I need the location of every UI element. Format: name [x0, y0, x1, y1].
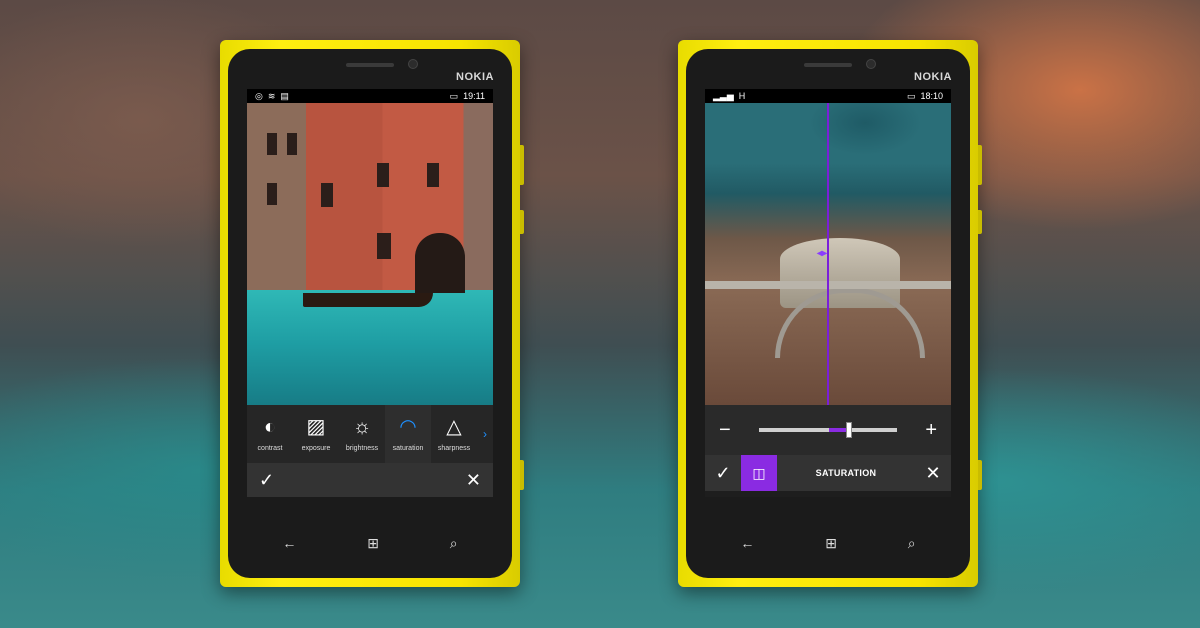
phone-left: NOKIA ◎ ≋ ▤ ▭ 19:11 ◐ contrast ▨ exposur… [220, 40, 524, 587]
adjust-slider-row: − + [705, 405, 951, 455]
arched-doorway [415, 233, 465, 293]
cancel-button[interactable]: ✕ [466, 470, 481, 491]
phone-right: NOKIA ▂▃▅ H ▭ 18:10 ◂▸ − + ✓ ◫ SATURATIO… [678, 40, 982, 587]
increase-button[interactable]: + [925, 419, 937, 442]
tool-exposure[interactable]: ▨ exposure [293, 405, 339, 463]
back-icon[interactable]: ← [282, 535, 296, 551]
nav-bar: ← ⊞ ⌕ [247, 528, 493, 558]
saturation-slider[interactable] [759, 422, 897, 438]
search-icon[interactable]: ⌕ [908, 535, 916, 552]
tool-brightness[interactable]: ☼ brightness [339, 405, 385, 463]
venice-canal-photo[interactable] [247, 103, 493, 405]
phone-bezel: NOKIA ◎ ≋ ▤ ▭ 19:11 ◐ contrast ▨ exposur… [228, 49, 512, 578]
exposure-icon: ▨ [306, 415, 326, 438]
window [377, 233, 391, 259]
gondola [303, 293, 433, 307]
windows-home-icon[interactable]: ⊞ [367, 535, 379, 552]
slider-thumb[interactable] [846, 422, 852, 438]
cancel-button[interactable]: ✕ [915, 463, 951, 484]
mode-title: SATURATION [815, 468, 877, 478]
accept-button[interactable]: ✓ [705, 463, 741, 484]
compare-toggle-button[interactable]: ◫ [741, 455, 777, 491]
compare-icon: ◫ [752, 464, 766, 481]
phone-screen: ◎ ≋ ▤ ▭ 19:11 ◐ contrast ▨ exposure ☼ br… [247, 89, 493, 497]
status-time: 19:11 [463, 91, 485, 101]
tool-contrast[interactable]: ◐ contrast [247, 405, 293, 463]
split-handle-icon[interactable]: ◂▸ [817, 248, 827, 259]
window [267, 183, 277, 205]
tool-next-partial[interactable]: › [477, 405, 493, 463]
message-icon: ▤ [280, 90, 289, 101]
battery-icon: ▭ [449, 90, 459, 101]
tools-strip: ◐ contrast ▨ exposure ☼ brightness ◠ sat… [247, 405, 493, 463]
search-icon[interactable]: ⌕ [450, 535, 458, 552]
decrease-button[interactable]: − [719, 419, 731, 442]
contrast-icon: ◐ [263, 415, 277, 438]
nav-bar: ← ⊞ ⌕ [705, 528, 951, 558]
signal-icon: ≋ [267, 90, 276, 101]
front-camera [408, 59, 418, 69]
volume-button [978, 145, 982, 185]
status-time: 18:10 [920, 91, 943, 101]
status-bar: ◎ ≋ ▤ ▭ 19:11 [247, 89, 493, 103]
earpiece [804, 63, 852, 67]
network-type: H [738, 91, 746, 101]
windows-home-icon[interactable]: ⊞ [825, 535, 837, 552]
window [377, 163, 389, 187]
tool-saturation[interactable]: ◠ saturation [385, 405, 431, 463]
brand-logo: NOKIA [914, 71, 952, 83]
earpiece [346, 63, 394, 67]
power-button [520, 210, 524, 234]
signal-icon: ▂▃▅ [713, 90, 734, 101]
camera-button [520, 460, 524, 490]
action-bar: ✓ ✕ [247, 463, 493, 497]
tool-sharpness[interactable]: △ sharpness [431, 405, 477, 463]
phone-bezel: NOKIA ▂▃▅ H ▭ 18:10 ◂▸ − + ✓ ◫ SATURATIO… [686, 49, 970, 578]
power-button [978, 210, 982, 234]
compare-split-line[interactable] [827, 103, 829, 405]
camera-button [978, 460, 982, 490]
back-icon[interactable]: ← [740, 535, 754, 551]
saturation-icon: ◠ [399, 415, 417, 438]
window [287, 133, 297, 155]
window [267, 133, 277, 155]
mode-bar: ✓ ◫ SATURATION ✕ [705, 455, 951, 491]
window [427, 163, 439, 187]
accept-button[interactable]: ✓ [259, 470, 274, 491]
brightness-icon: ☼ [352, 415, 372, 438]
front-camera [866, 59, 876, 69]
brand-logo: NOKIA [456, 71, 494, 83]
wifi-icon: ◎ [255, 90, 263, 101]
hoover-dam-photo[interactable]: ◂▸ [705, 103, 951, 405]
status-bar: ▂▃▅ H ▭ 18:10 [705, 89, 951, 103]
volume-button [520, 145, 524, 185]
promo-background: { "left_phone": { "brand": "NOKIA", "sta… [0, 0, 1200, 628]
battery-icon: ▭ [906, 90, 916, 101]
sharpness-icon: △ [446, 415, 462, 438]
phone-screen: ▂▃▅ H ▭ 18:10 ◂▸ − + ✓ ◫ SATURATION ✕ [705, 89, 951, 497]
window [321, 183, 333, 207]
